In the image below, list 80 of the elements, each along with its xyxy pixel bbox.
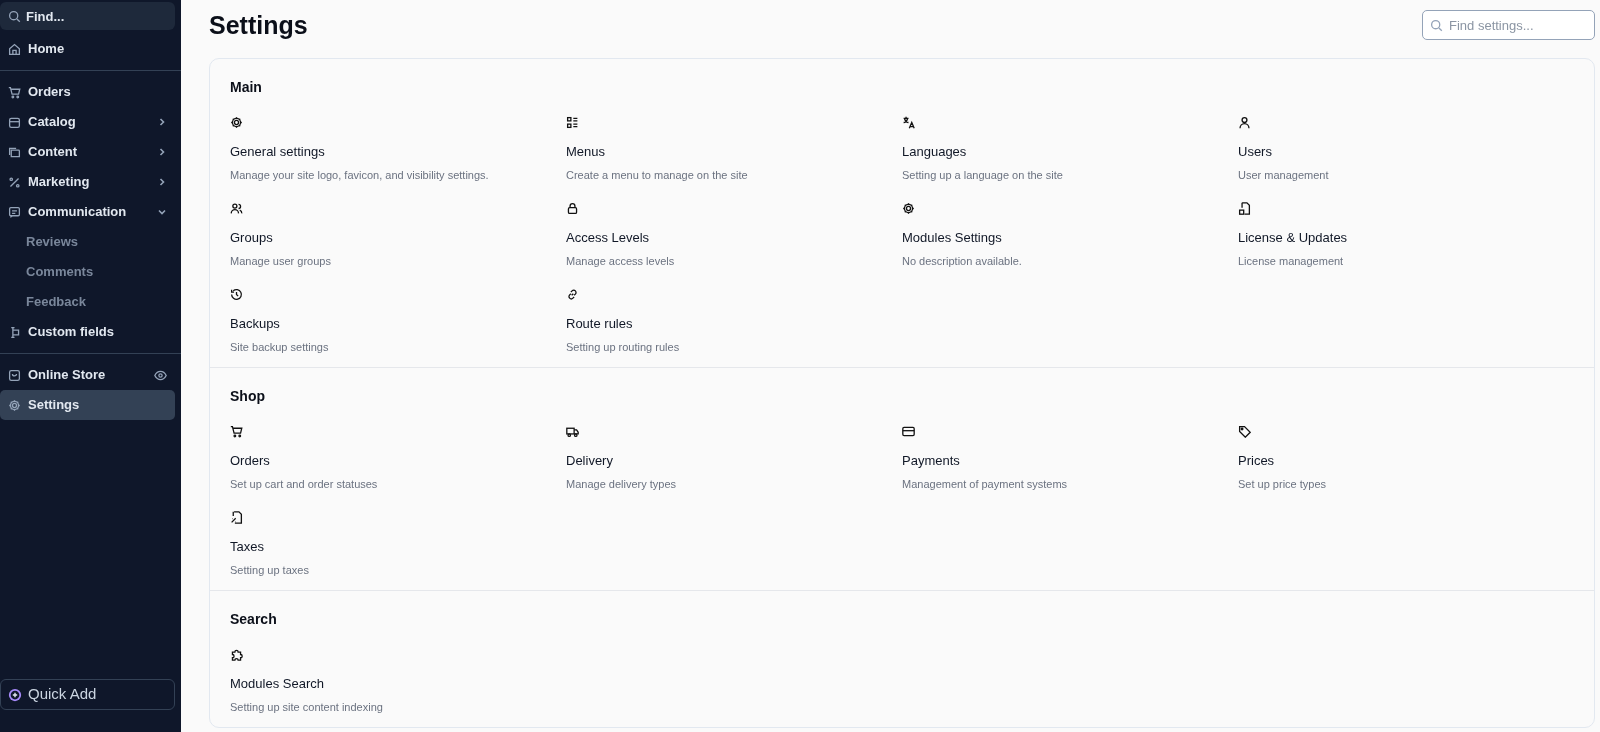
gear-icon: [902, 202, 915, 215]
setting-title[interactable]: Access Levels: [566, 228, 650, 248]
percent-icon: [8, 175, 21, 189]
puzzle-icon: [230, 648, 243, 661]
setting-title[interactable]: Modules Settings: [902, 228, 1002, 248]
plus-circle-icon: [8, 687, 22, 702]
setting-title[interactable]: License & Updates: [1238, 228, 1348, 248]
setting-title[interactable]: Backups: [230, 314, 280, 334]
box-icon: [8, 115, 21, 129]
setting-title[interactable]: General settings: [230, 142, 325, 162]
setting-description: Manage delivery types: [566, 476, 677, 492]
truck-icon: [566, 425, 579, 438]
setting-description: Setting up routing rules: [566, 339, 680, 355]
sidebar-item[interactable]: Orders: [0, 77, 175, 107]
sidebar-item[interactable]: Custom fields: [0, 317, 175, 347]
folders-icon: [8, 145, 21, 159]
search-icon: [1430, 18, 1443, 32]
search-field[interactable]: Find...: [0, 2, 175, 30]
tag-icon: [1238, 425, 1251, 438]
setting-title[interactable]: Payments: [902, 451, 960, 471]
setting-description: Manage access levels: [566, 253, 675, 269]
setting-description: Site backup settings: [230, 339, 329, 355]
setting-description: Manage user groups: [230, 253, 331, 269]
setting-description: Setting up taxes: [230, 562, 309, 578]
sidebar-item[interactable]: Home: [0, 34, 175, 64]
message-icon: [8, 205, 21, 219]
file-percent-icon: [230, 511, 243, 524]
setting-title[interactable]: Languages: [902, 142, 967, 162]
sidebar-item[interactable]: Communication: [0, 197, 175, 227]
quick-add-button[interactable]: Quick Add: [0, 679, 175, 710]
translate-icon: [902, 116, 915, 129]
setting-description: User management: [1238, 167, 1329, 183]
text-field-icon: [8, 325, 21, 339]
setting-description: Management of payment systems: [902, 476, 1068, 492]
setting-title[interactable]: Modules Search: [230, 674, 324, 694]
setting-title[interactable]: Delivery: [566, 451, 613, 471]
sidebar-item[interactable]: Marketing: [0, 167, 175, 197]
setting-title[interactable]: Orders: [230, 451, 270, 471]
cart-icon: [230, 425, 243, 438]
setting-title[interactable]: Menus: [566, 142, 606, 162]
setting-description: License management: [1238, 253, 1344, 269]
gear-icon: [8, 398, 21, 412]
cart-icon: [8, 85, 21, 99]
sidebar-subitem[interactable]: Feedback: [0, 287, 175, 317]
setting-title[interactable]: Groups: [230, 228, 273, 248]
section-title: Shop: [230, 387, 266, 406]
setting-description: Manage your site logo, favicon, and visibility settings.: [230, 167, 489, 183]
gear-icon: [230, 116, 243, 129]
setting-description: Setting up a language on the site: [902, 167, 1063, 183]
search-field[interactable]: Find settings...: [1422, 10, 1595, 40]
setting-description: Setting up site content indexing: [230, 699, 383, 715]
section-title: Main: [230, 78, 263, 97]
sidebar-subitem[interactable]: Comments: [0, 257, 175, 287]
setting-description: Set up price types: [1238, 476, 1327, 492]
lock-icon: [566, 202, 579, 215]
eye-icon: [154, 368, 167, 382]
setting-title[interactable]: Prices: [1238, 451, 1275, 471]
setting-title[interactable]: Users: [1238, 142, 1272, 162]
users-icon: [230, 202, 243, 215]
list-icon: [566, 116, 579, 129]
sidebar-item[interactable]: Settings: [0, 390, 175, 420]
page-title: Settings: [209, 10, 308, 40]
history-icon: [230, 288, 243, 301]
file-lock-icon: [1238, 202, 1251, 215]
sidebar-item[interactable]: Content: [0, 137, 175, 167]
sidebar-subitem[interactable]: Reviews: [0, 227, 175, 257]
user-icon: [1238, 116, 1251, 129]
setting-description: No description available.: [902, 253, 1022, 269]
setting-title[interactable]: Taxes: [230, 537, 264, 557]
section-title: Search: [230, 610, 278, 629]
sidebar-item[interactable]: Catalog: [0, 107, 175, 137]
setting-title[interactable]: Route rules: [566, 314, 633, 334]
credit-card-icon: [902, 425, 915, 438]
setting-description: Set up cart and order statuses: [230, 476, 378, 492]
bag-icon: [8, 368, 21, 382]
link-icon: [566, 288, 579, 301]
setting-description: Create a menu to manage on the site: [566, 167, 748, 183]
house-icon: [8, 42, 21, 56]
sidebar-item[interactable]: Online Store: [0, 360, 175, 390]
search-icon: [8, 9, 21, 23]
